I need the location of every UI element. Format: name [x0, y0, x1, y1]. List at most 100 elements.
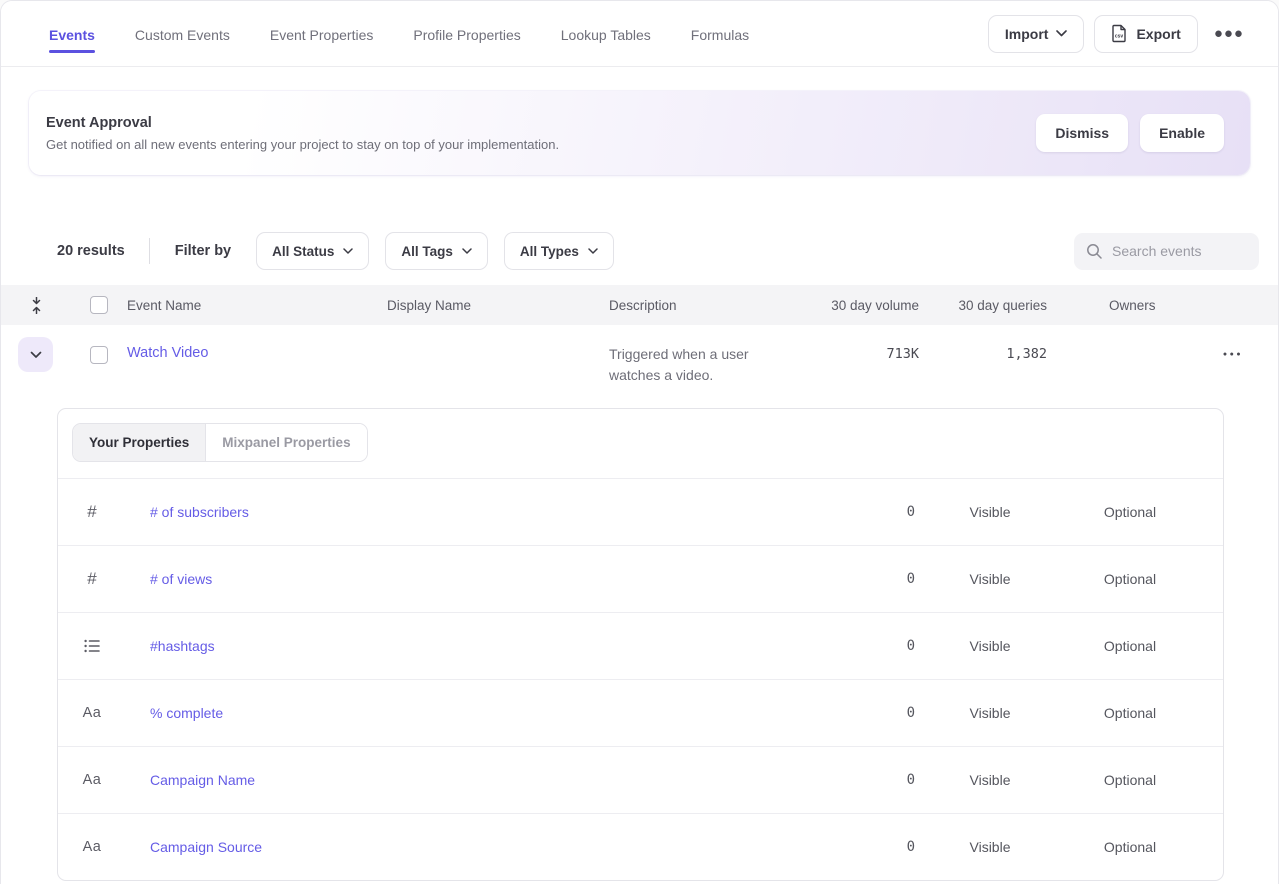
- property-row: Aa Campaign Name 0 Visible Optional: [58, 746, 1223, 813]
- property-name-link[interactable]: % complete: [110, 705, 815, 721]
- status-filter-dropdown[interactable]: All Status: [256, 232, 369, 270]
- header-owners: Owners: [1069, 298, 1188, 313]
- expander-cell: [1, 339, 71, 372]
- banner-subtitle: Get notified on all new events entering …: [46, 137, 1036, 152]
- header-display-name: Display Name: [387, 298, 609, 313]
- filter-bar: 20 results Filter by All Status All Tags…: [57, 232, 1260, 270]
- lexicon-page: Events Custom Events Event Properties Pr…: [0, 0, 1279, 884]
- chevron-down-icon: [588, 248, 598, 254]
- event-name-link[interactable]: Watch Video: [127, 339, 387, 361]
- select-all-checkbox[interactable]: [90, 296, 108, 314]
- collapse-row-button[interactable]: [18, 337, 53, 372]
- header-description: Description: [609, 298, 799, 313]
- property-row: # # of subscribers 0 Visible Optional: [58, 478, 1223, 545]
- tab-formulas[interactable]: Formulas: [691, 5, 749, 63]
- search-icon: [1086, 243, 1103, 260]
- volume-cell: 713K: [799, 339, 929, 362]
- top-navigation: Events Custom Events Event Properties Pr…: [1, 1, 1278, 67]
- table-header: Event Name Display Name Description 30 d…: [1, 285, 1278, 325]
- tab-lookup-tables[interactable]: Lookup Tables: [561, 5, 651, 63]
- property-volume: 0: [815, 638, 915, 654]
- row-checkbox-cell: [71, 339, 127, 364]
- nav-tabs: Events Custom Events Event Properties Pr…: [49, 5, 988, 63]
- text-type-icon: Aa: [74, 705, 110, 721]
- status-filter-label: All Status: [272, 244, 334, 259]
- properties-tabs-wrap: Your Properties Mixpanel Properties: [58, 409, 1223, 478]
- property-requirement: Optional: [1065, 839, 1195, 855]
- svg-text:csv: csv: [1115, 34, 1124, 40]
- header-30day-volume: 30 day volume: [799, 298, 929, 313]
- list-type-icon: [74, 639, 110, 653]
- collapse-all-icon[interactable]: [1, 297, 71, 314]
- export-button-label: Export: [1136, 26, 1180, 42]
- tags-filter-label: All Tags: [401, 244, 453, 259]
- tab-profile-properties[interactable]: Profile Properties: [413, 5, 520, 63]
- chevron-down-icon: [343, 248, 353, 254]
- property-requirement: Optional: [1065, 571, 1195, 587]
- property-volume: 0: [815, 504, 915, 520]
- property-volume: 0: [815, 839, 915, 855]
- property-visibility: Visible: [915, 839, 1065, 855]
- properties-tab-switcher: Your Properties Mixpanel Properties: [72, 423, 368, 462]
- ellipsis-icon: ●●●: [1214, 25, 1244, 42]
- property-row: # # of views 0 Visible Optional: [58, 545, 1223, 612]
- property-visibility: Visible: [915, 638, 1065, 654]
- more-menu-button[interactable]: ●●●: [1208, 15, 1250, 53]
- chevron-down-icon: [462, 248, 472, 254]
- csv-file-icon: csv: [1111, 24, 1128, 43]
- text-type-icon: Aa: [74, 839, 110, 855]
- chevron-down-icon: [30, 351, 42, 359]
- row-checkbox[interactable]: [90, 346, 108, 364]
- enable-button[interactable]: Enable: [1140, 114, 1224, 152]
- header-event-name: Event Name: [127, 298, 387, 313]
- property-requirement: Optional: [1065, 772, 1195, 788]
- search-input[interactable]: [1112, 243, 1247, 259]
- filter-by-label: Filter by: [175, 243, 231, 259]
- property-volume: 0: [815, 571, 915, 587]
- ellipsis-icon: ●●●: [1223, 351, 1243, 358]
- property-name-link[interactable]: #hashtags: [110, 638, 815, 654]
- property-visibility: Visible: [915, 772, 1065, 788]
- row-more-button[interactable]: ●●●: [1217, 341, 1249, 365]
- property-name-link[interactable]: # of subscribers: [110, 504, 815, 520]
- property-requirement: Optional: [1065, 504, 1195, 520]
- number-type-icon: #: [74, 502, 110, 522]
- types-filter-label: All Types: [520, 244, 579, 259]
- text-type-icon: Aa: [74, 772, 110, 788]
- description-cell: Triggered when a user watches a video.: [609, 339, 799, 386]
- property-row: Aa Campaign Source 0 Visible Optional: [58, 813, 1223, 880]
- property-name-link[interactable]: Campaign Name: [110, 772, 815, 788]
- tab-your-properties[interactable]: Your Properties: [73, 424, 206, 461]
- tab-mixpanel-properties[interactable]: Mixpanel Properties: [206, 424, 366, 461]
- table-row: Watch Video Triggered when a user watche…: [1, 325, 1278, 386]
- property-visibility: Visible: [915, 705, 1065, 721]
- dismiss-button[interactable]: Dismiss: [1036, 114, 1128, 152]
- types-filter-dropdown[interactable]: All Types: [504, 232, 614, 270]
- property-row: #hashtags 0 Visible Optional: [58, 612, 1223, 679]
- queries-cell: 1,382: [929, 339, 1069, 362]
- divider: [149, 238, 150, 264]
- property-name-link[interactable]: # of views: [110, 571, 815, 587]
- filter-dropdowns: All Status All Tags All Types: [256, 232, 1074, 270]
- tab-events[interactable]: Events: [49, 5, 95, 63]
- results-count: 20 results: [57, 243, 125, 259]
- banner-title: Event Approval: [46, 115, 1036, 131]
- property-row: Aa % complete 0 Visible Optional: [58, 679, 1223, 746]
- select-all-checkbox-cell: [71, 296, 127, 314]
- export-button[interactable]: csv Export: [1094, 15, 1197, 53]
- property-name-link[interactable]: Campaign Source: [110, 839, 815, 855]
- banner-actions: Dismiss Enable: [1036, 114, 1224, 152]
- tab-custom-events[interactable]: Custom Events: [135, 5, 230, 63]
- property-requirement: Optional: [1065, 638, 1195, 654]
- property-volume: 0: [815, 705, 915, 721]
- property-visibility: Visible: [915, 571, 1065, 587]
- header-30day-queries: 30 day queries: [929, 298, 1069, 313]
- properties-panel: Your Properties Mixpanel Properties # # …: [57, 408, 1224, 881]
- chevron-down-icon: [1056, 30, 1067, 37]
- tags-filter-dropdown[interactable]: All Tags: [385, 232, 488, 270]
- tab-event-properties[interactable]: Event Properties: [270, 5, 374, 63]
- banner-text: Event Approval Get notified on all new e…: [46, 115, 1036, 152]
- row-actions-cell: ●●●: [1188, 339, 1278, 365]
- import-button[interactable]: Import: [988, 15, 1085, 53]
- search-box[interactable]: [1074, 233, 1259, 270]
